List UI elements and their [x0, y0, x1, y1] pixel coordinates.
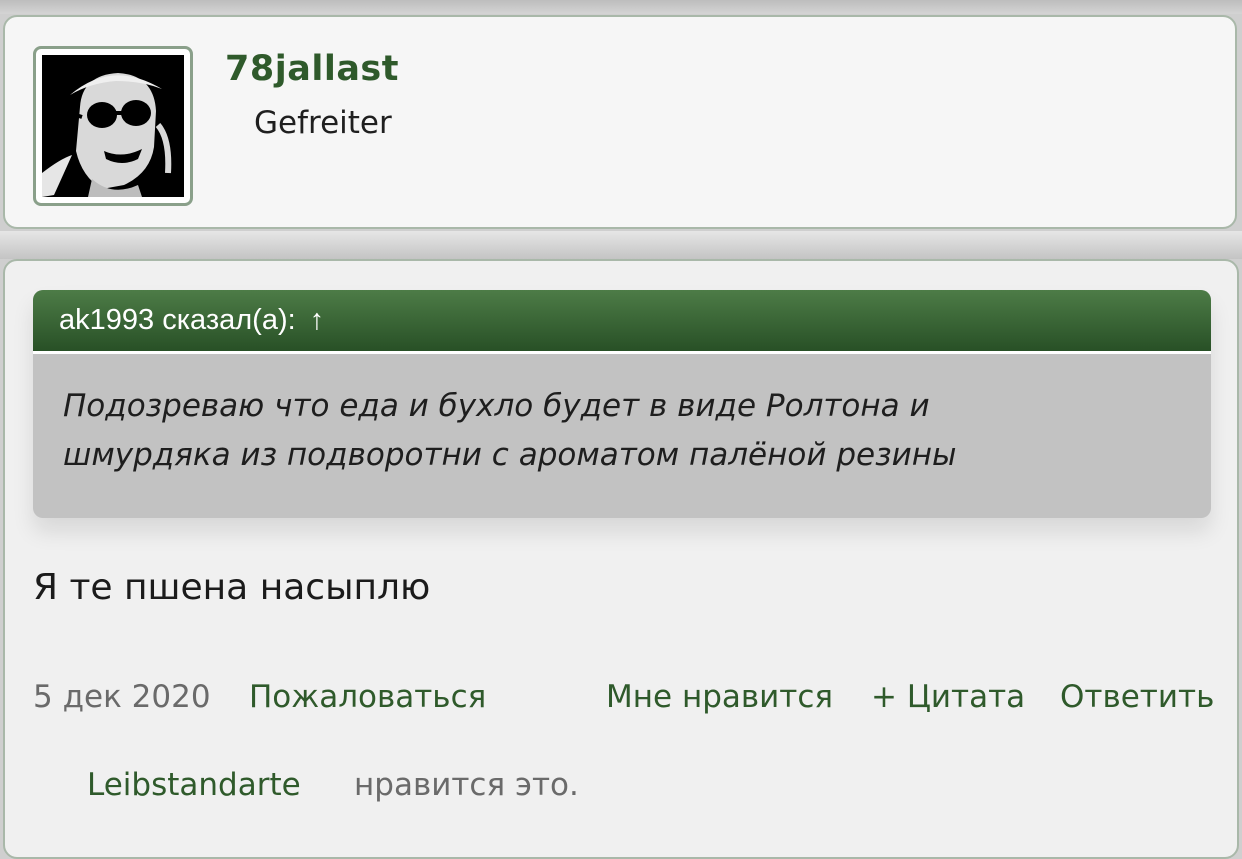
likes-summary-text: нравится это.	[354, 767, 579, 803]
report-link[interactable]: Пожаловаться	[249, 679, 486, 715]
username-link[interactable]: 78jallast	[225, 49, 399, 89]
user-rank: Gefreiter	[254, 105, 392, 141]
reply-button[interactable]: Ответить	[1060, 679, 1214, 715]
quote-block: ak1993 сказал(а): ↑ Подозреваю что еда и…	[33, 290, 1211, 518]
arrow-up-icon[interactable]: ↑	[310, 304, 325, 336]
quote-header[interactable]: ak1993 сказал(а): ↑	[33, 290, 1211, 354]
user-avatar[interactable]	[33, 46, 193, 206]
avatar-image	[42, 55, 184, 197]
post-author-card: 78jallast Gefreiter	[3, 15, 1237, 229]
like-button[interactable]: Мне нравится	[606, 679, 833, 715]
previous-post-edge	[0, 0, 1242, 14]
quote-author[interactable]: ak1993 сказал(а):	[59, 304, 296, 336]
post-message: Я те пшена насыплю	[33, 567, 431, 608]
quote-button[interactable]: + Цитата	[871, 679, 1025, 715]
post-body-card: ak1993 сказал(а): ↑ Подозреваю что еда и…	[3, 259, 1239, 859]
quote-text: Подозреваю что еда и бухло будет в виде …	[33, 354, 1211, 480]
liker-username[interactable]: Leibstandarte	[87, 767, 301, 803]
post-date[interactable]: 5 дек 2020	[33, 679, 211, 715]
quote-text-line: шмурдяка из подворотни с ароматом палёно…	[63, 437, 957, 473]
card-separator	[0, 231, 1242, 259]
quote-text-line: Подозреваю что еда и бухло будет в виде …	[63, 388, 930, 424]
